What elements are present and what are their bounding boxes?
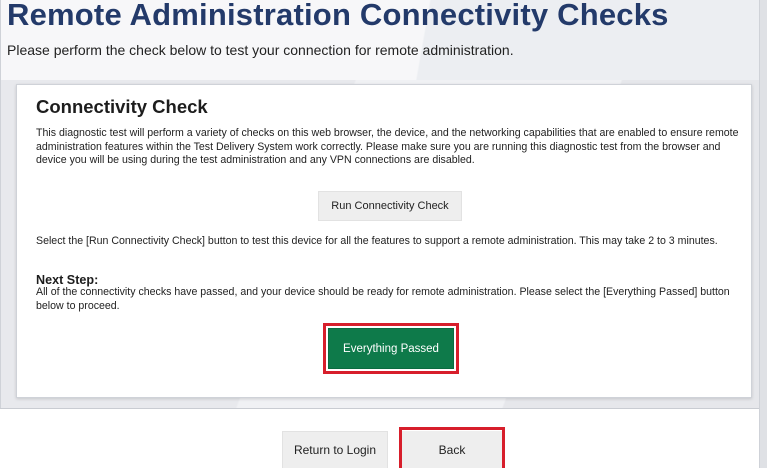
left-border	[0, 0, 1, 468]
page-subtitle: Please perform the check below to test y…	[7, 42, 514, 58]
page: Remote Administration Connectivity Check…	[0, 0, 767, 468]
card-title: Connectivity Check	[36, 96, 208, 117]
back-button[interactable]: Back	[402, 431, 502, 468]
run-instructions: Select the [Run Connectivity Check] butt…	[36, 235, 718, 247]
return-to-login-button[interactable]: Return to Login	[282, 431, 388, 468]
card-description: This diagnostic test will perform a vari…	[36, 127, 739, 166]
everything-passed-button[interactable]: Everything Passed	[328, 328, 454, 369]
footer-bar: Return to Login Back	[0, 409, 767, 468]
page-title: Remote Administration Connectivity Check…	[7, 0, 669, 32]
scrollbar-track[interactable]	[759, 0, 767, 468]
next-step-heading: Next Step:	[36, 273, 99, 287]
connectivity-check-card: Connectivity Check This diagnostic test …	[16, 84, 752, 398]
run-connectivity-check-button[interactable]: Run Connectivity Check	[318, 191, 462, 221]
next-step-text: All of the connectivity checks have pass…	[36, 286, 730, 312]
